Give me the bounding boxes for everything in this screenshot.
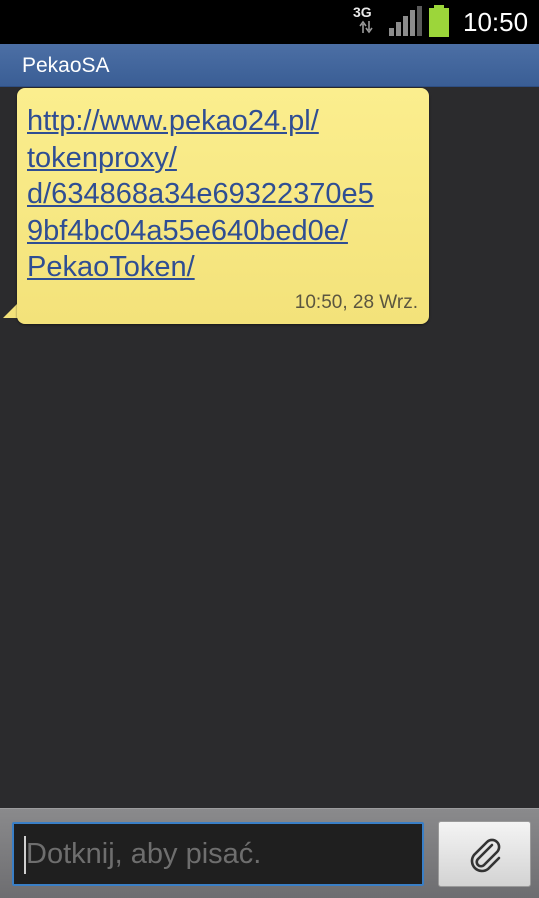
- signal-bars-icon: [389, 6, 422, 36]
- message-timestamp: 10:50, 28 Wrz.: [294, 292, 418, 313]
- messaging-screen: 3G 10:50 PekaoSA http://www.pekao24.pl/ …: [0, 0, 539, 898]
- attach-button[interactable]: [438, 821, 531, 887]
- status-bar: 3G 10:50: [0, 0, 539, 44]
- status-clock: 10:50: [463, 7, 529, 37]
- message-input[interactable]: Dotknij, aby pisać.: [12, 822, 424, 886]
- contact-name: PekaoSA: [22, 54, 110, 77]
- paperclip-icon: [470, 838, 501, 873]
- battery-icon: [429, 5, 449, 37]
- compose-bar: Dotknij, aby pisać.: [0, 808, 539, 898]
- message-input-placeholder: Dotknij, aby pisać.: [26, 838, 262, 870]
- message-bubble[interactable]: http://www.pekao24.pl/ tokenproxy/ d/634…: [17, 88, 429, 324]
- data-activity-icon: [359, 20, 373, 34]
- network-type: 3G: [353, 4, 372, 20]
- message-link[interactable]: http://www.pekao24.pl/ tokenproxy/ d/634…: [27, 103, 422, 286]
- conversation-header: PekaoSA: [0, 44, 539, 87]
